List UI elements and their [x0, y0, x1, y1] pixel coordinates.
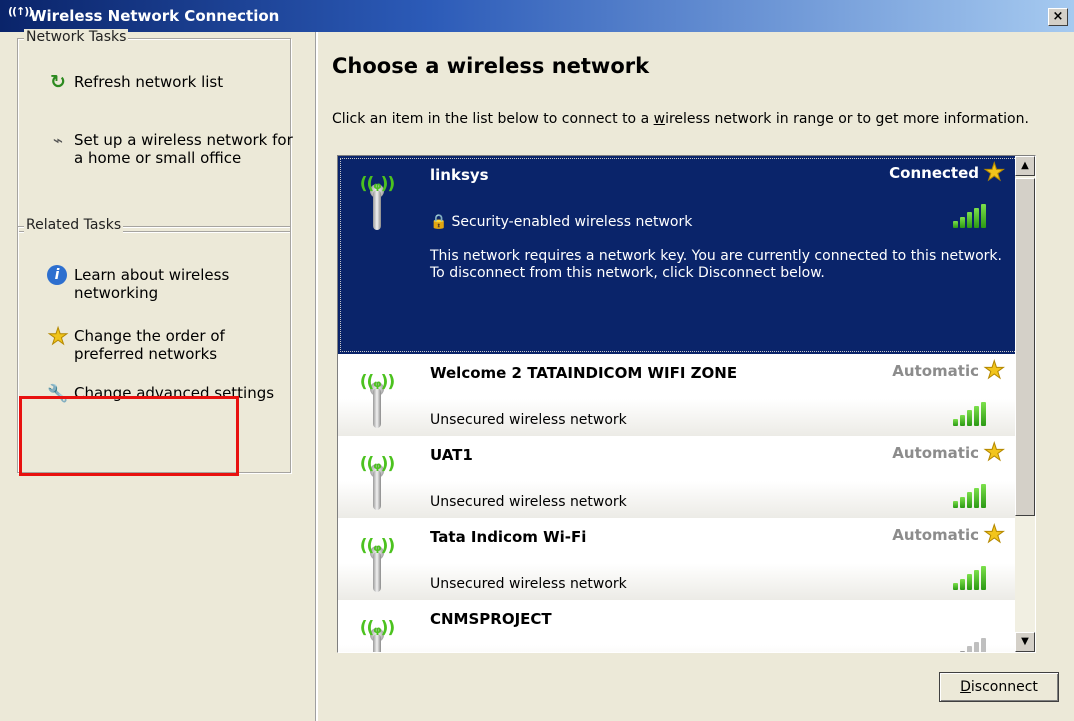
network-security-label: Unsecured wireless network [430, 576, 627, 592]
preferred-star-icon: ★ [983, 438, 1005, 466]
wireless-network-connection-window: ((↑)) Wireless Network Connection × Netw… [0, 0, 1074, 721]
pane-divider [315, 32, 318, 721]
antenna-mast-icon [373, 388, 381, 428]
setup-wireless-network-label: Set up a wireless network for a home or … [74, 131, 293, 167]
change-network-order-label: Change the order of preferred networks [74, 327, 225, 363]
network-status: Automatic [892, 526, 979, 544]
antenna-mast-icon [373, 190, 381, 230]
network-security: 🔒 Security-enabled wireless network [430, 214, 692, 230]
antenna-icon: ((ᵩ)) [352, 372, 402, 434]
network-item-tataindicom-zone[interactable]: ((ᵩ)) Welcome 2 TATAINDICOM WIFI ZONE Au… [338, 354, 1035, 436]
wireless-access-key: w [653, 111, 666, 127]
scroll-up-button[interactable]: ▲ [1015, 156, 1035, 176]
signal-strength-icon [953, 484, 999, 508]
highlight-annotation-box [19, 396, 239, 476]
instructions-text: Click an item in the list below to conne… [332, 111, 1032, 128]
network-security-label: Unsecured wireless network [430, 494, 627, 510]
network-item-cnmsproject[interactable]: ((ᵩ)) CNMSPROJECT [338, 600, 1035, 652]
disconnect-button[interactable]: Disconnect [939, 672, 1059, 702]
preferred-star-icon: ★ [983, 158, 1005, 186]
network-item-linksys[interactable]: ((ᵩ)) linksys Connected ★ 🔒 Security-enab… [338, 156, 1035, 354]
antenna-mast-icon [373, 552, 381, 592]
instructions-pre: Click an item in the list below to conne… [332, 111, 654, 127]
antenna-mast-icon [373, 470, 381, 510]
network-name: UAT1 [430, 446, 473, 464]
network-status: Automatic [892, 444, 979, 462]
signal-strength-icon [953, 638, 999, 652]
refresh-network-list-label: Refresh network list [74, 73, 224, 91]
antenna-icon: ((ᵩ)) [352, 536, 402, 598]
signal-waves-icon: ((ᵩ)) [359, 454, 395, 474]
network-status: Automatic [892, 362, 979, 380]
disconnect-label: isconnect [970, 679, 1038, 695]
wireless-setup-icon: ⌁ [52, 131, 64, 151]
wireless-network-list[interactable]: ((ᵩ)) linksys Connected ★ 🔒 Security-enab… [337, 155, 1036, 653]
network-name: linksys [430, 166, 489, 184]
preferred-star-icon: ★ [983, 520, 1005, 548]
window-title: Wireless Network Connection [30, 7, 280, 25]
antenna-icon: ((ᵩ)) [352, 618, 402, 652]
network-security-label: Unsecured wireless network [430, 412, 627, 428]
network-description: This network requires a network key. You… [430, 248, 1002, 281]
signal-waves-icon: ((ᵩ)) [359, 536, 395, 556]
scroll-thumb[interactable] [1015, 178, 1035, 516]
network-item-tata-indicom-wifi[interactable]: ((ᵩ)) Tata Indicom Wi-Fi Automatic ★ Uns… [338, 518, 1035, 600]
close-button[interactable]: × [1048, 8, 1068, 26]
signal-strength-icon [953, 204, 999, 228]
preferred-star-icon: ★ [983, 356, 1005, 384]
related-tasks-title: Related Tasks [24, 217, 124, 233]
wireless-antenna-icon: ((↑)) [8, 5, 33, 18]
instructions-post: ireless network in range or to get more … [665, 111, 1029, 127]
learn-about-wireless-label: Learn about wireless networking [74, 266, 230, 302]
network-tasks-title: Network Tasks [24, 29, 129, 45]
signal-waves-icon: ((ᵩ)) [359, 372, 395, 392]
network-status: Connected [889, 164, 979, 182]
signal-waves-icon: ((ᵩ)) [359, 174, 395, 194]
refresh-icon: ↻ [50, 71, 66, 93]
signal-strength-icon [953, 566, 999, 590]
antenna-icon: ((ᵩ)) [352, 454, 402, 516]
network-security-label: Security-enabled wireless network [451, 214, 693, 230]
antenna-icon: ((ᵩ)) [352, 174, 402, 236]
scroll-down-button[interactable]: ▼ [1015, 632, 1035, 652]
info-icon: i [47, 265, 67, 285]
network-name: CNMSPROJECT [430, 610, 552, 628]
signal-waves-icon: ((ᵩ)) [359, 618, 395, 638]
lock-icon: 🔒 [430, 214, 448, 230]
network-item-uat1[interactable]: ((ᵩ)) UAT1 Automatic ★ Unsecured wireles… [338, 436, 1035, 518]
disconnect-access-key: D [960, 679, 971, 695]
vertical-scrollbar[interactable]: ▲ ▼ [1015, 156, 1035, 652]
network-name: Tata Indicom Wi-Fi [430, 528, 587, 546]
signal-strength-icon [953, 402, 999, 426]
title-bar[interactable]: ((↑)) Wireless Network Connection × [0, 0, 1074, 32]
star-icon: ★ [47, 324, 69, 350]
network-name: Welcome 2 TATAINDICOM WIFI ZONE [430, 364, 738, 382]
page-title: Choose a wireless network [332, 54, 650, 78]
